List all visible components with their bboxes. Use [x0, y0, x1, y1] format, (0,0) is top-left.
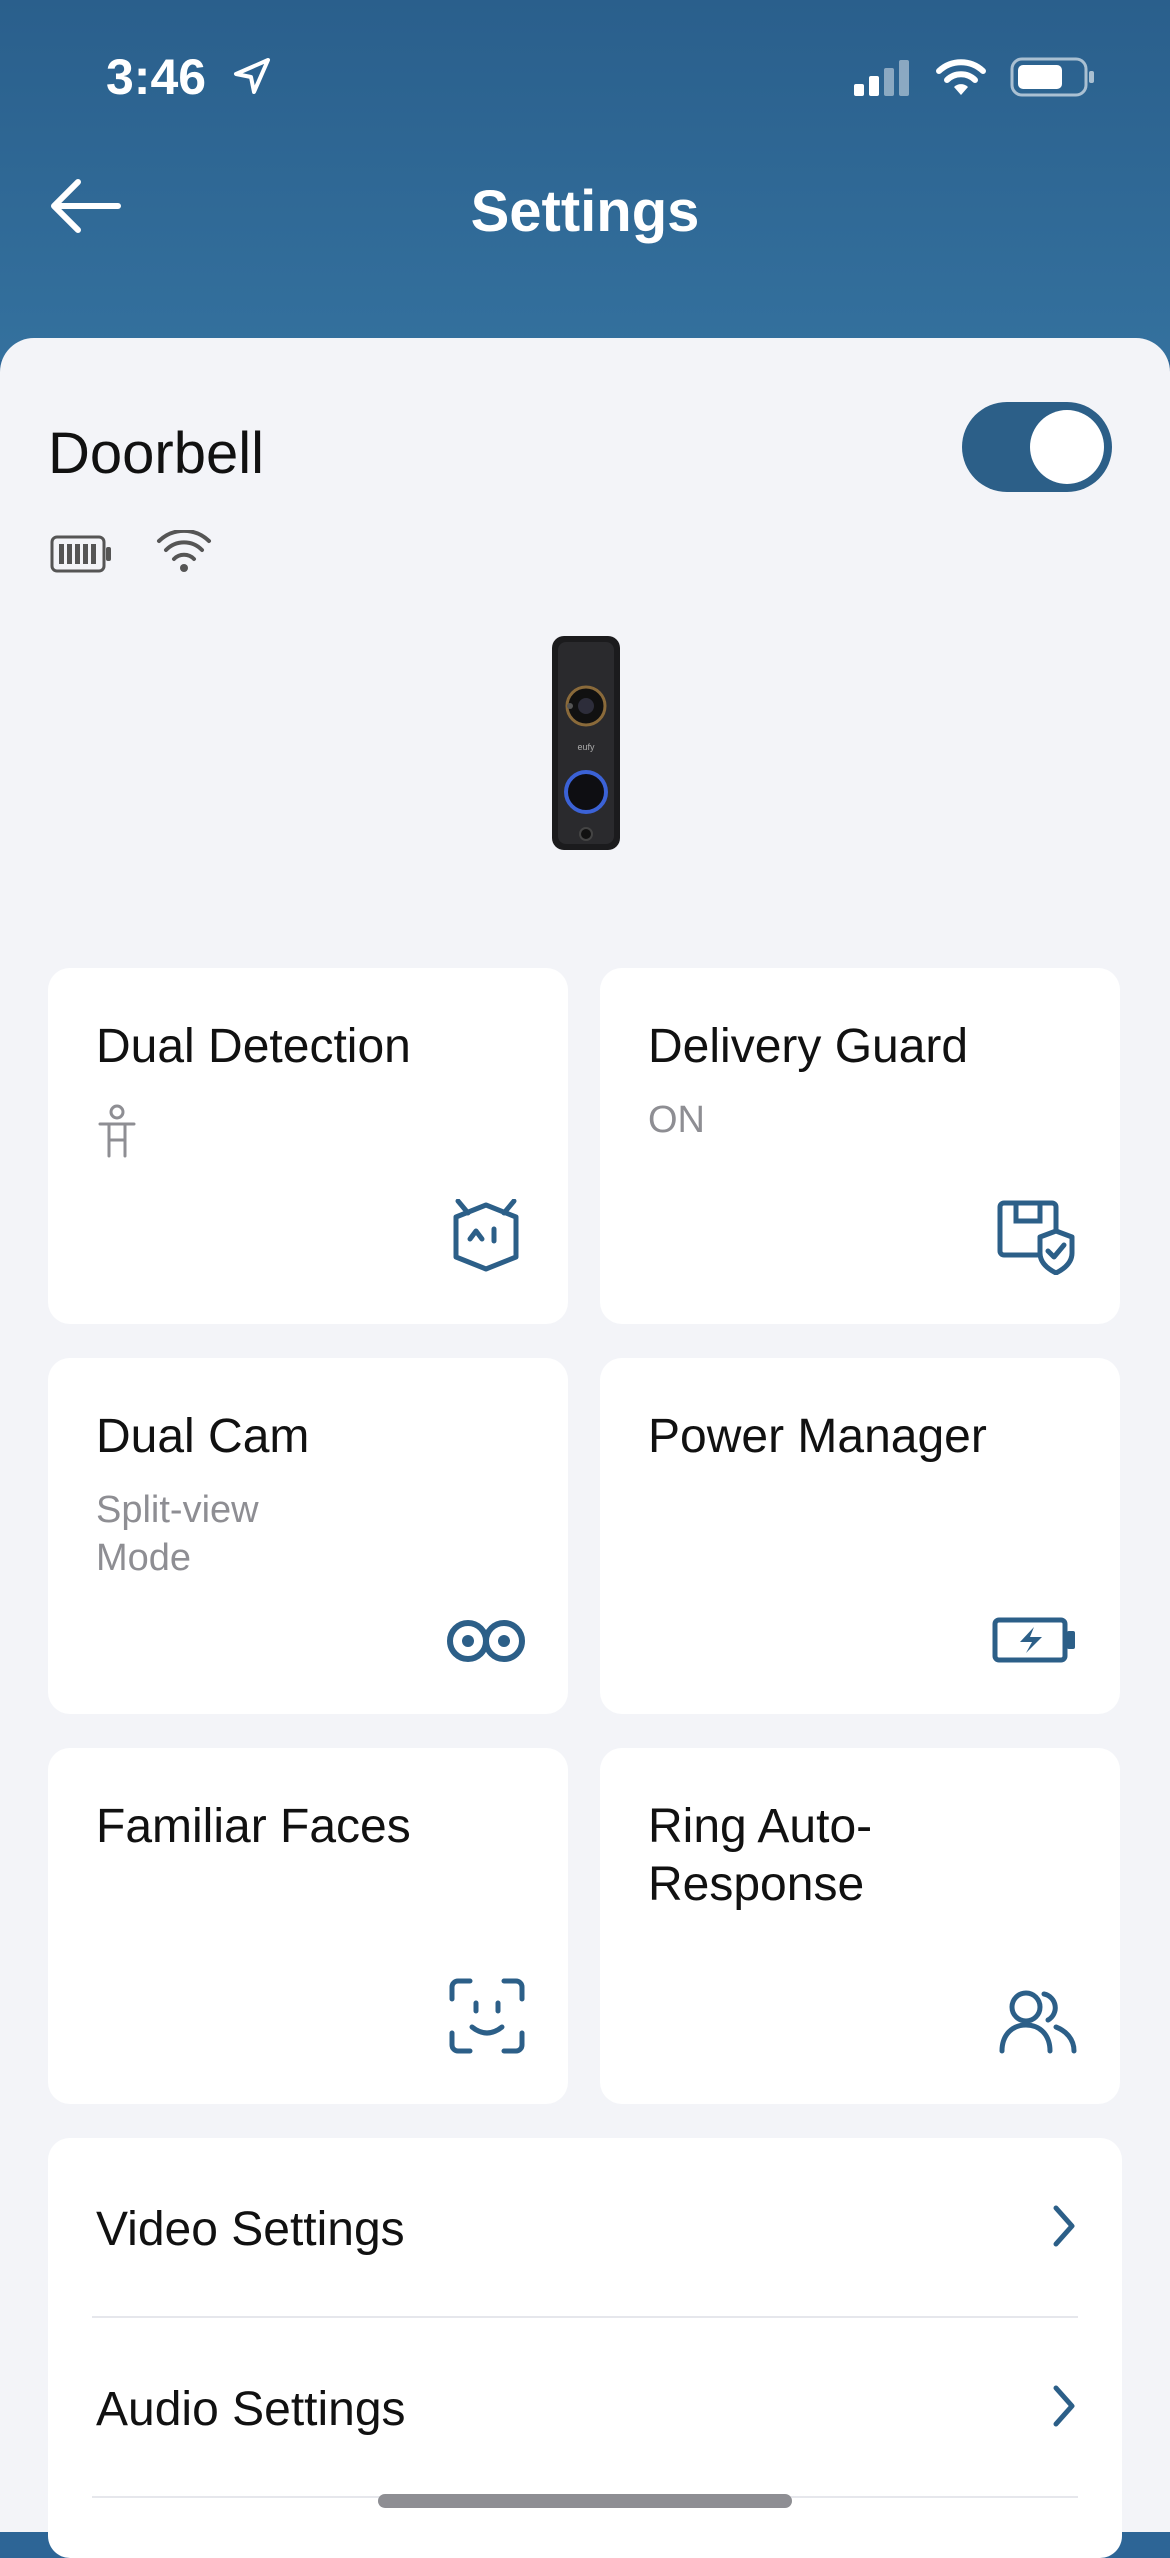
person-icon — [96, 1104, 138, 1163]
list-item-label: Video Settings — [96, 2203, 405, 2256]
battery-status-icon — [1010, 56, 1096, 103]
page-title: Settings — [470, 179, 700, 244]
doorbell-device-image: eufy — [550, 634, 622, 857]
status-indicators — [852, 56, 1096, 103]
package-shield-icon — [996, 1199, 1078, 1280]
wifi-icon — [156, 528, 212, 579]
face-scan-icon — [448, 1977, 526, 2060]
card-mode: Split-view Mode — [96, 1489, 259, 1579]
status-time: 3:46 — [106, 49, 207, 105]
svg-text:eufy: eufy — [577, 742, 595, 752]
card-dual-cam[interactable]: Dual Cam Split-view Mode — [48, 1358, 568, 1714]
card-title: Delivery Guard — [648, 1020, 969, 1073]
battery-full-icon — [50, 534, 112, 579]
wifi-status-icon — [934, 57, 988, 102]
card-ring-auto-response[interactable]: Ring Auto- Response — [600, 1748, 1120, 2104]
device-name: Doorbell — [48, 421, 264, 486]
home-indicator[interactable] — [378, 2494, 792, 2508]
card-power-manager[interactable]: Power Manager — [600, 1358, 1120, 1714]
header: 3:46 Settings — [0, 0, 1170, 360]
chevron-right-icon — [1050, 2382, 1078, 2435]
list-item-audio-settings[interactable]: Audio Settings — [48, 2318, 1122, 2496]
face-box-icon — [446, 1198, 526, 1280]
list-item-label: Audio Settings — [96, 2383, 406, 2436]
card-delivery-guard[interactable]: Delivery Guard ON — [600, 968, 1120, 1324]
card-title: Ring Auto- Response — [648, 1800, 873, 1911]
device-power-toggle[interactable] — [962, 402, 1112, 492]
cellular-signal-icon — [852, 58, 912, 101]
card-status: ON — [648, 1099, 705, 1141]
people-icon — [998, 1989, 1078, 2060]
card-familiar-faces[interactable]: Familiar Faces — [48, 1748, 568, 2104]
card-title: Dual Cam — [96, 1410, 310, 1463]
card-title: Familiar Faces — [96, 1800, 411, 1853]
battery-charging-icon — [992, 1615, 1078, 1670]
list-item-video-settings[interactable]: Video Settings — [48, 2138, 1122, 2316]
card-title: Dual Detection — [96, 1020, 411, 1073]
card-dual-detection[interactable]: Dual Detection — [48, 968, 568, 1324]
card-title: Power Manager — [648, 1410, 987, 1463]
dual-lens-icon — [446, 1617, 526, 1670]
chevron-right-icon — [1050, 2202, 1078, 2255]
toggle-knob — [1030, 410, 1104, 484]
location-arrow-icon — [232, 56, 272, 101]
